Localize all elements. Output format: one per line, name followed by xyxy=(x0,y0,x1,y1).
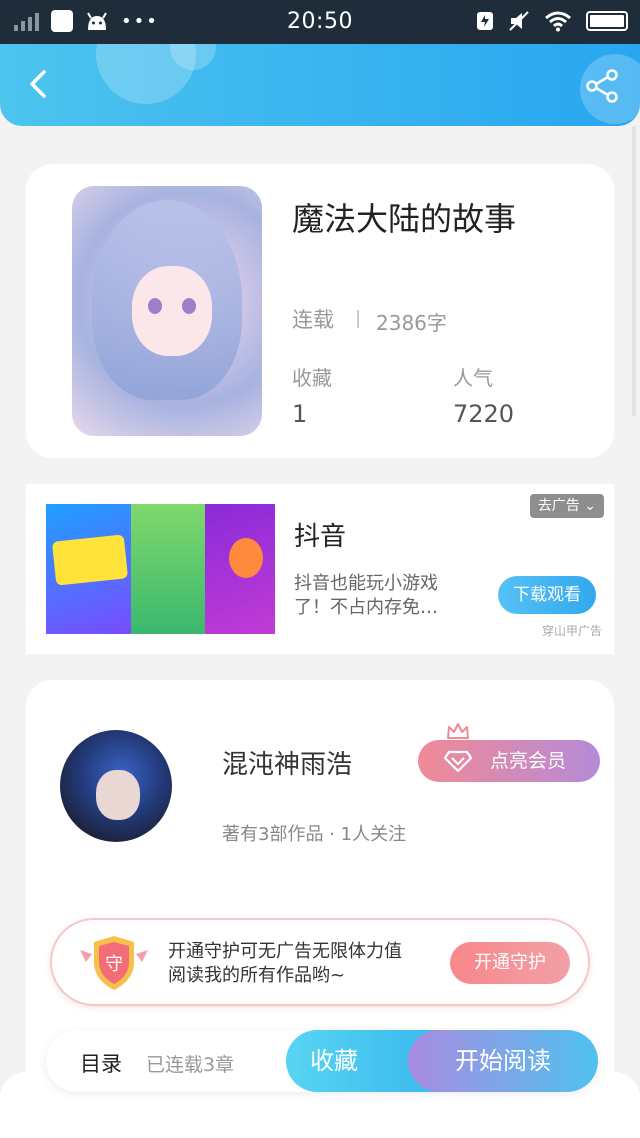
popularity-value: 7220 xyxy=(453,400,515,428)
scrollbar[interactable] xyxy=(632,126,636,416)
ad-title: 抖音 xyxy=(294,522,347,552)
author-name[interactable]: 混沌神雨浩 xyxy=(222,744,352,781)
wifi-icon xyxy=(545,11,571,32)
data-transfer-icon xyxy=(477,12,493,30)
ad-download-button[interactable]: 下载观看 xyxy=(498,576,596,614)
ad-banner[interactable]: 抖音 抖音也能玩小游戏了！不占内存免… 去广告 ⌄ 下载观看 穿山甲广告 xyxy=(26,484,614,654)
header-bar xyxy=(0,44,640,126)
bottom-action-bar: 目录 已连载3章 收藏 开始阅读 xyxy=(46,1030,598,1092)
activate-guard-button[interactable]: 开通守护 xyxy=(450,942,570,984)
author-meta: 著有3部作品 · 1人关注 xyxy=(222,824,407,845)
ad-image[interactable] xyxy=(46,504,275,634)
popularity-label: 人气 xyxy=(453,366,493,390)
remove-ad-button[interactable]: 去广告 ⌄ xyxy=(529,494,604,518)
start-reading-button[interactable]: 开始阅读 xyxy=(408,1030,598,1092)
book-cover-image[interactable] xyxy=(72,186,262,436)
toc-button[interactable]: 目录 xyxy=(80,1048,122,1078)
favorites-label: 收藏 xyxy=(292,366,332,390)
vip-button[interactable]: 点亮会员 xyxy=(418,740,600,782)
book-info-card: 魔法大陆的故事 连载 2386字 收藏 1 人气 7220 xyxy=(26,164,614,458)
crown-icon xyxy=(447,723,469,739)
author-avatar[interactable] xyxy=(60,730,172,842)
guard-promo: 守 开通守护可无广告无限体力值阅读我的所有作品哟~ 开通守护 xyxy=(50,918,590,1006)
chapter-count: 已连载3章 xyxy=(146,1054,235,1076)
battery-icon xyxy=(586,11,628,31)
serial-status: 连载 xyxy=(292,308,334,332)
divider xyxy=(357,310,359,328)
back-icon[interactable] xyxy=(20,64,60,104)
favorites-value: 1 xyxy=(292,400,308,428)
ad-source-label: 穿山甲广告 xyxy=(541,624,602,638)
book-title: 魔法大陆的故事 xyxy=(292,200,517,238)
mute-icon xyxy=(509,11,529,31)
status-bar: ••• 20:50 xyxy=(0,0,640,44)
ad-description: 抖音也能玩小游戏了！不占内存免… xyxy=(294,573,438,618)
guard-description: 开通守护可无广告无限体力值阅读我的所有作品哟~ xyxy=(168,941,402,986)
share-icon[interactable] xyxy=(584,68,620,104)
gem-icon xyxy=(444,750,472,772)
favorite-label: 收藏 xyxy=(310,1047,358,1075)
vip-label: 点亮会员 xyxy=(490,750,567,772)
shield-char: 守 xyxy=(105,954,123,975)
shield-icon: 守 xyxy=(80,936,148,990)
word-count: 2386字 xyxy=(376,311,447,335)
